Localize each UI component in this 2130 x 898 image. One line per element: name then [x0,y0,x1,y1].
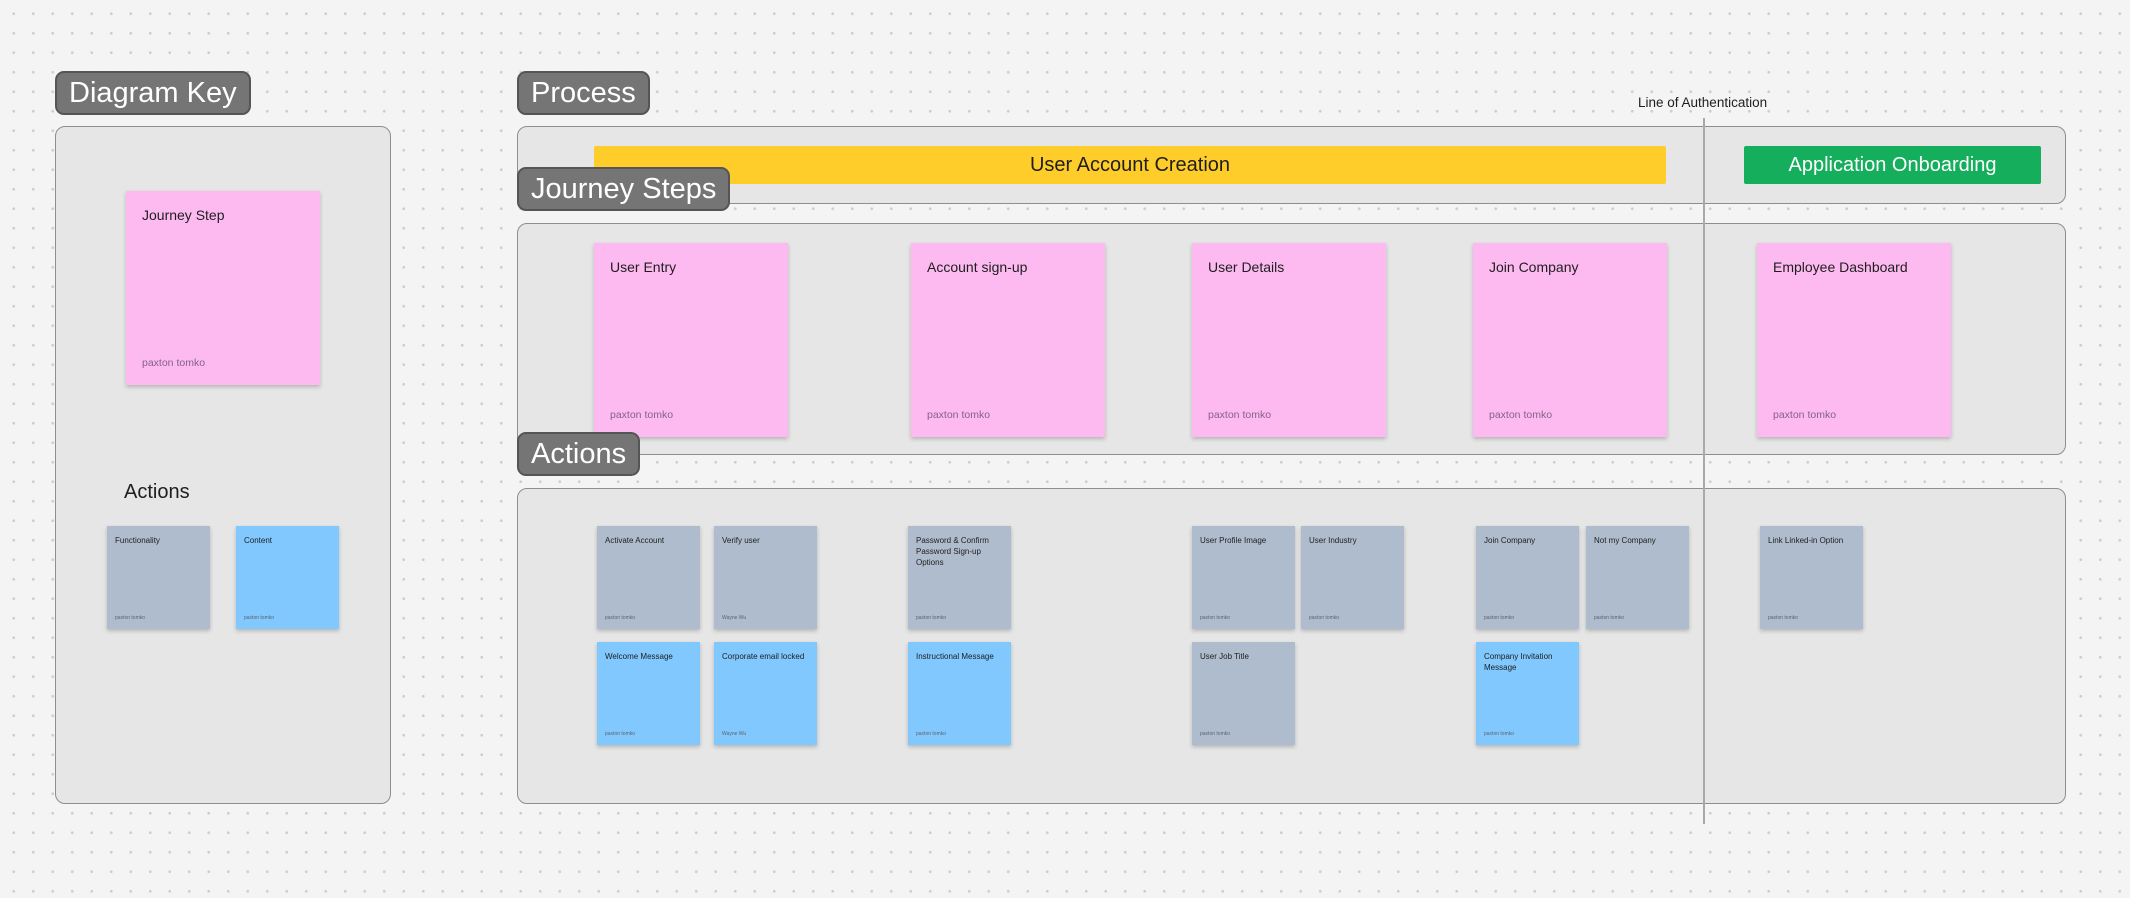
sticky-author: Wayne Wu [722,615,747,621]
sticky-title: User Entry [610,259,677,275]
journey-step-sticky[interactable]: Join Company paxton tomko [1473,243,1667,437]
sticky-title: User Industry [1309,536,1357,545]
sticky-author: paxton tomko [1200,731,1231,737]
journey-step-sticky[interactable]: User Entry paxton tomko [594,243,788,437]
sticky-author: paxton tomko [610,409,674,421]
sticky-author: paxton tomko [244,615,275,621]
action-sticky[interactable]: Corporate email locked Wayne Wu [714,642,817,745]
sticky-author: paxton tomko [1594,615,1625,621]
sticky-author: paxton tomko [916,731,947,737]
action-sticky[interactable]: Password & Confirm Password Sign-up Opti… [908,526,1011,629]
key-functionality-sticky[interactable]: Functionality paxton tomko [107,526,210,629]
sticky-title: User Details [1208,259,1285,275]
phase-application-onboarding[interactable]: Application Onboarding [1744,146,2041,184]
journey-step-sticky[interactable]: User Details paxton tomko [1192,243,1386,437]
sticky-title: Functionality [115,536,160,545]
sticky-title: Instructional Message [916,652,994,661]
sticky-author: paxton tomko [1309,615,1340,621]
action-sticky[interactable]: User Job Title paxton tomko [1192,642,1295,745]
action-sticky[interactable]: User Industry paxton tomko [1301,526,1404,629]
sticky-title: Verify user [722,536,760,545]
sticky-title: User Profile Image [1200,536,1267,545]
action-sticky[interactable]: Company Invitation Message paxton tomko [1476,642,1579,745]
sticky-title: Join Company [1489,259,1579,275]
key-journey-step-sticky[interactable]: Journey Step paxton tomko [126,191,320,385]
action-sticky[interactable]: Welcome Message paxton tomko [597,642,700,745]
action-sticky[interactable]: Activate Account paxton tomko [597,526,700,629]
journey-step-sticky[interactable]: Account sign-up paxton tomko [911,243,1105,437]
sticky-author: paxton tomko [1200,615,1231,621]
sticky-author: paxton tomko [1484,615,1515,621]
sticky-title: Welcome Message [605,652,673,661]
action-sticky[interactable]: Join Company paxton tomko [1476,526,1579,629]
sticky-title: Employee Dashboard [1773,259,1908,275]
key-actions-heading: Actions [124,481,190,503]
sticky-author: paxton tomko [916,615,947,621]
process-label: Process [517,71,650,115]
sticky-title: Content [244,536,273,545]
sticky-author: paxton tomko [115,615,146,621]
sticky-title: Activate Account [605,536,665,545]
sticky-author: paxton tomko [1773,409,1837,421]
action-sticky[interactable]: Verify user Wayne Wu [714,526,817,629]
sticky-author: paxton tomko [605,615,636,621]
actions-label: Actions [517,432,641,476]
line-of-authentication[interactable] [1703,118,1705,824]
phase-user-account-creation[interactable]: User Account Creation [594,146,1666,184]
action-sticky[interactable]: User Profile Image paxton tomko [1192,526,1295,629]
sticky-author: paxton tomko [1768,615,1799,621]
journey-steps-label: Journey Steps [517,167,731,211]
sticky-author: paxton tomko [1484,731,1515,737]
line-of-authentication-label: Line of Authentication [1638,95,1768,110]
diagram-key-label: Diagram Key [55,71,251,115]
sticky-author: paxton tomko [605,731,636,737]
key-content-sticky[interactable]: Content paxton tomko [236,526,339,629]
action-sticky[interactable]: Instructional Message paxton tomko [908,642,1011,745]
action-sticky[interactable]: Not my Company paxton tomko [1586,526,1689,629]
sticky-title: Account sign-up [927,259,1028,275]
sticky-title: Company Invitation Message [1484,652,1553,672]
sticky-title: Password & Confirm Password Sign-up Opti… [916,536,989,567]
sticky-author: paxton tomko [1208,409,1272,421]
sticky-author: paxton tomko [927,409,991,421]
sticky-title: Corporate email locked [722,652,805,661]
sticky-author: Wayne Wu [722,731,747,737]
action-sticky[interactable]: Link Linked-in Option paxton tomko [1760,526,1863,629]
sticky-title: Not my Company [1594,536,1656,545]
sticky-author: paxton tomko [1489,409,1553,421]
sticky-title: User Job Title [1200,652,1249,661]
sticky-author: paxton tomko [142,357,206,369]
journey-step-sticky[interactable]: Employee Dashboard paxton tomko [1757,243,1951,437]
sticky-title: Link Linked-in Option [1768,536,1844,545]
sticky-title: Join Company [1484,536,1536,545]
sticky-title: Journey Step [142,207,225,223]
